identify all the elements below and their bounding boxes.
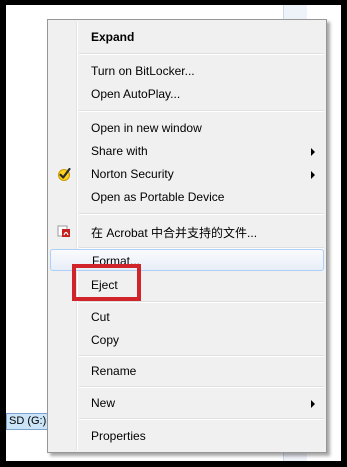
menu-item-label: Properties xyxy=(91,429,146,443)
norton-check-icon xyxy=(56,166,72,182)
explorer-window: \ \ \ SD (G:) Expand Turn on BitLocker..… xyxy=(6,5,341,461)
menu-item-label: Rename xyxy=(91,364,137,378)
acrobat-icon xyxy=(56,223,72,239)
menu-item-rename[interactable]: Rename xyxy=(50,360,324,382)
menu-separator xyxy=(79,418,324,420)
menu-item-expand[interactable]: Expand xyxy=(50,26,324,48)
menu-separator xyxy=(79,213,324,215)
menu-item-label: 在 Acrobat 中合并支持的文件... xyxy=(91,226,258,240)
menu-item-norton[interactable]: Norton Security xyxy=(50,163,324,185)
menu-item-label: Copy xyxy=(91,333,120,347)
menu-item-new[interactable]: New xyxy=(50,392,324,414)
menu-item-label: Open as Portable Device xyxy=(91,190,225,204)
submenu-arrow-icon xyxy=(311,148,315,156)
menu-item-acrobat[interactable]: 在 Acrobat 中合并支持的文件... xyxy=(50,220,324,242)
context-menu: Expand Turn on BitLocker... Open AutoPla… xyxy=(47,19,327,453)
menu-separator xyxy=(79,110,324,112)
menu-item-autoplay[interactable]: Open AutoPlay... xyxy=(50,83,324,105)
menu-item-share-with[interactable]: Share with xyxy=(50,140,324,162)
menu-item-properties[interactable]: Properties xyxy=(50,425,324,447)
menu-item-label: Turn on BitLocker... xyxy=(91,64,195,78)
menu-separator xyxy=(79,355,324,357)
menu-item-label: Open in new window xyxy=(91,121,202,135)
submenu-arrow-icon xyxy=(311,171,315,179)
drive-label: SD (G:) xyxy=(9,415,47,427)
menu-item-label: Norton Security xyxy=(91,167,174,181)
menu-item-portable-device[interactable]: Open as Portable Device xyxy=(50,186,324,208)
eject-highlight-box xyxy=(72,264,141,301)
menu-item-bitlocker[interactable]: Turn on BitLocker... xyxy=(50,60,324,82)
menu-item-label: Expand xyxy=(91,30,135,44)
menu-item-label: Share with xyxy=(91,144,148,158)
menu-separator xyxy=(79,301,324,303)
menu-item-copy[interactable]: Copy xyxy=(50,329,324,351)
menu-item-label: Open AutoPlay... xyxy=(91,87,181,101)
menu-separator xyxy=(79,386,324,388)
menu-item-label: New xyxy=(91,396,116,410)
menu-separator xyxy=(79,53,324,55)
menu-item-cut[interactable]: Cut xyxy=(50,306,324,328)
menu-item-label: Cut xyxy=(91,310,110,324)
submenu-arrow-icon xyxy=(311,400,315,408)
menu-item-open-new-window[interactable]: Open in new window xyxy=(50,117,324,139)
